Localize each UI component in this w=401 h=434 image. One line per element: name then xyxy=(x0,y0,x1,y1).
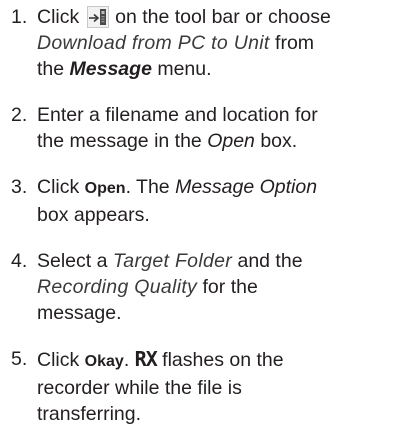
instruction-step: 4. Select a Target Folder and the Record… xyxy=(11,248,396,326)
field-name: Target Folder xyxy=(112,250,233,272)
download-to-unit-icon xyxy=(86,6,109,28)
step-text: Click xyxy=(37,349,80,371)
step-text: from xyxy=(275,32,315,54)
menu-command-name: Download from PC to Unit xyxy=(37,32,270,54)
dialog-name: Open xyxy=(207,130,255,152)
instruction-step: 2. Enter a filename and location for the… xyxy=(11,102,396,154)
button-name: Open xyxy=(84,180,126,197)
step-line: Select a Target Folder and the xyxy=(37,248,396,274)
step-line: the message in the Open box. xyxy=(37,128,396,154)
field-name: Recording Quality xyxy=(37,276,198,298)
step-text: and the xyxy=(237,250,303,272)
step-line: the Message menu. xyxy=(37,56,396,82)
step-text: flashes on the xyxy=(162,349,284,371)
step-text: Enter a filename and location for xyxy=(37,104,318,126)
step-text: for the xyxy=(202,276,258,298)
step-text: box appears. xyxy=(37,204,150,226)
instruction-list: 1. Click on the tool bar or choose Downl… xyxy=(11,4,396,427)
step-line: Click Open. The Message Option xyxy=(37,174,396,202)
step-line: Download from PC to Unit from xyxy=(37,30,396,56)
step-text: box. xyxy=(260,130,298,152)
step-number: 4. xyxy=(11,250,28,272)
step-number: 1. xyxy=(11,6,28,28)
step-text: Select a xyxy=(37,250,108,272)
step-text: Click xyxy=(37,6,80,28)
step-text: menu. xyxy=(157,58,212,80)
step-text: . xyxy=(123,349,130,371)
step-text: Click xyxy=(37,176,80,198)
rx-display-symbol: RX xyxy=(134,347,158,371)
button-name: Okay xyxy=(84,353,124,370)
step-text: transferring. xyxy=(37,403,142,425)
step-text: the xyxy=(37,58,65,80)
step-number: 5. xyxy=(11,348,28,370)
step-text: message. xyxy=(37,302,122,324)
step-line: Recording Quality for the xyxy=(37,274,396,300)
step-text: the message in the xyxy=(37,130,202,152)
step-text: on the tool bar or choose xyxy=(115,6,331,28)
instruction-step: 1. Click on the tool bar or choose Downl… xyxy=(11,4,396,82)
step-text: recorder while the file is xyxy=(37,377,242,399)
instruction-step: 3. Click Open. The Message Option box ap… xyxy=(11,174,396,228)
instruction-step: 5. Click Okay. RX flashes on the recorde… xyxy=(11,346,396,427)
step-text: . The xyxy=(125,176,170,198)
dialog-name: Message Option xyxy=(175,176,318,198)
step-line: Click Okay. RX flashes on the xyxy=(37,346,396,375)
menu-name: Message xyxy=(69,58,152,80)
step-number: 2. xyxy=(11,104,28,126)
step-number: 3. xyxy=(11,176,28,198)
step-line: Click on the tool bar or choose xyxy=(37,4,396,30)
